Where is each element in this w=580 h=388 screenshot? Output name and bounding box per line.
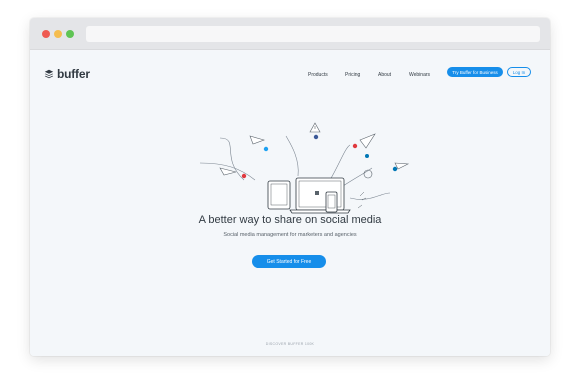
browser-chrome <box>30 18 550 50</box>
nav-about[interactable]: About <box>378 72 391 78</box>
facebook-icon <box>313 134 319 140</box>
tablet-icon <box>267 180 291 210</box>
phone-icon <box>325 191 338 213</box>
browser-window: buffer Products Pricing About Webinars T… <box>30 18 550 356</box>
nav-products[interactable]: Products <box>308 72 328 78</box>
get-started-button[interactable]: Get Started for Free <box>252 255 326 268</box>
nav-webinars[interactable]: Webinars <box>409 72 430 78</box>
pinterest-icon <box>241 173 247 179</box>
linkedin-icon <box>392 166 398 172</box>
hero-subheadline: Social media management for marketers an… <box>223 232 357 238</box>
page: buffer Products Pricing About Webinars T… <box>30 51 550 356</box>
hero-headline: A better way to share on social media <box>198 214 382 226</box>
linkedin-icon <box>365 154 369 158</box>
twitter-icon <box>263 146 269 152</box>
warning-triangle-icon <box>309 122 321 133</box>
minimize-window-dot[interactable] <box>54 30 62 38</box>
address-bar[interactable] <box>86 26 540 42</box>
maximize-window-dot[interactable] <box>66 30 74 38</box>
laptop-icon <box>289 177 351 214</box>
login-button[interactable]: Log In <box>507 67 531 77</box>
hero-illustration <box>199 122 410 214</box>
paper-plane-icon <box>219 133 410 176</box>
pinterest-icon <box>352 143 358 149</box>
nav-pricing[interactable]: Pricing <box>345 72 360 78</box>
discover-link[interactable]: DISCOVER BUFFER 100K <box>30 342 550 346</box>
try-business-button[interactable]: Try Buffer for Business <box>447 67 503 77</box>
close-window-dot[interactable] <box>42 30 50 38</box>
